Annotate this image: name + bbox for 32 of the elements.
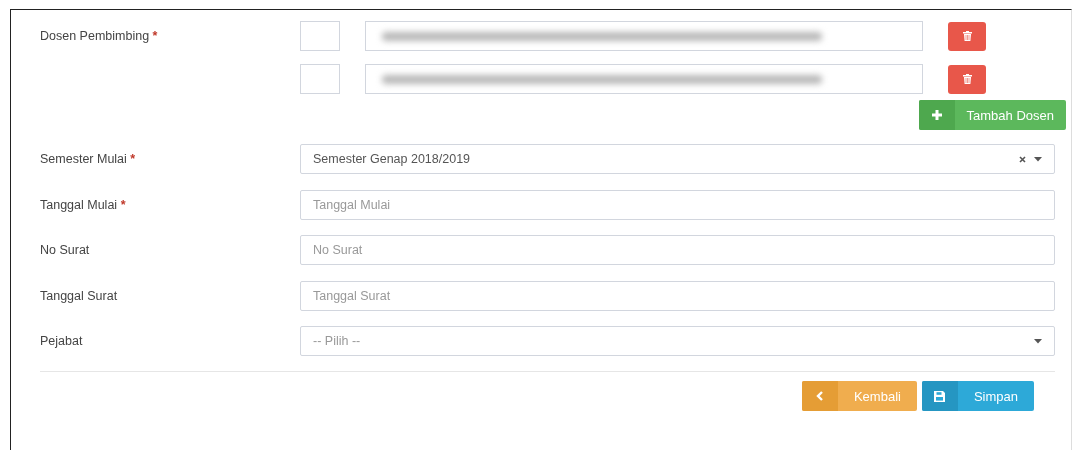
field-label: Tanggal Surat bbox=[40, 287, 119, 305]
delete-button[interactable] bbox=[948, 21, 986, 51]
back-button[interactable]: Kembali bbox=[801, 381, 917, 411]
input-field[interactable] bbox=[300, 64, 340, 94]
save-button[interactable]: Simpan bbox=[921, 381, 1034, 411]
add-lecturer-button[interactable]: Tambah Dosen bbox=[918, 100, 1066, 130]
field-label: Semester Mulai * bbox=[40, 151, 137, 168]
input-field[interactable] bbox=[365, 64, 923, 94]
placeholder-text: Tanggal Surat bbox=[313, 288, 391, 303]
placeholder-text: No Surat bbox=[313, 243, 363, 257]
clear-icon[interactable] bbox=[1019, 155, 1026, 163]
caret-down-icon bbox=[1034, 156, 1042, 162]
input-field[interactable] bbox=[300, 21, 340, 51]
input-field[interactable]: Tanggal Mulai bbox=[300, 189, 1055, 220]
field-label: Dosen Pembimbing * bbox=[40, 28, 159, 45]
field-label: No Surat bbox=[40, 242, 91, 259]
placeholder-text: Tanggal Mulai bbox=[313, 197, 391, 212]
chevron-left-icon bbox=[816, 391, 824, 401]
caret-down-icon bbox=[1034, 338, 1042, 344]
input-field[interactable]: Tanggal Surat bbox=[300, 280, 1055, 311]
plus-icon bbox=[931, 110, 942, 120]
field-label: Tanggal Mulai * bbox=[40, 196, 127, 214]
trash-icon bbox=[962, 74, 972, 84]
placeholder-text: -- Pilih -- bbox=[313, 334, 361, 348]
field-label: Pejabat bbox=[40, 333, 84, 350]
select-field[interactable]: Semester Genap 2018/2019 bbox=[300, 144, 1055, 174]
input-field[interactable]: No Surat bbox=[300, 235, 1055, 265]
input-field[interactable] bbox=[365, 21, 923, 51]
delete-button[interactable] bbox=[948, 64, 986, 94]
select-field[interactable]: -- Pilih -- bbox=[300, 326, 1055, 356]
trash-icon bbox=[962, 31, 972, 41]
field-value: Semester Genap 2018/2019 bbox=[313, 152, 471, 166]
